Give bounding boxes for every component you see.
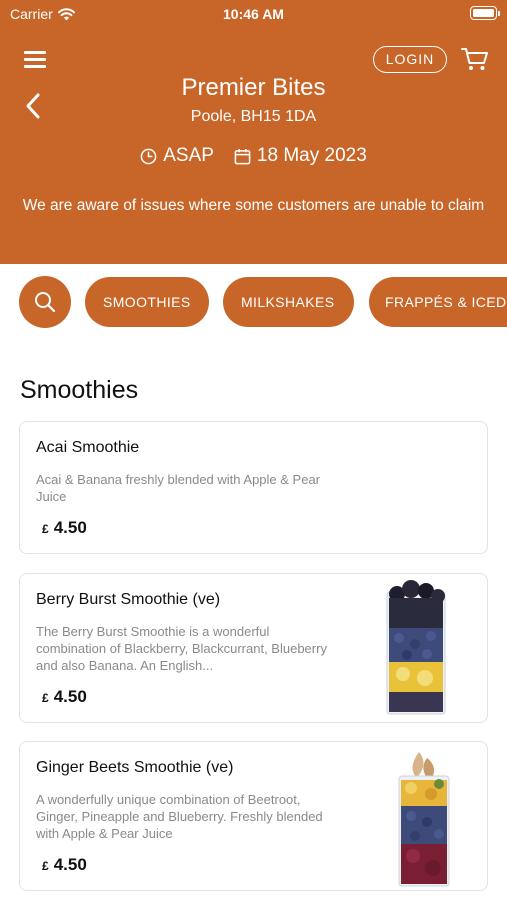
- berry-smoothie-image: [386, 580, 446, 715]
- cart-button[interactable]: [460, 45, 490, 73]
- store-name: Premier Bites: [181, 74, 326, 101]
- menu-item-card[interactable]: Ginger Beets Smoothie (ve) A wonderfully…: [19, 741, 488, 891]
- status-time: 10:46 AM: [223, 6, 284, 22]
- currency-symbol: £: [42, 859, 49, 873]
- section-title: Smoothies: [20, 376, 139, 404]
- login-button[interactable]: LOGIN: [373, 46, 447, 73]
- category-tab-frappes-iced[interactable]: FRAPPÉS & ICED: [369, 277, 507, 327]
- menu-button[interactable]: [22, 48, 48, 70]
- date-value: 18 May 2023: [256, 145, 367, 166]
- menu-item-card[interactable]: Acai Smoothie Acai & Banana freshly blen…: [19, 421, 488, 554]
- item-description: Acai & Banana freshly blended with Apple…: [36, 472, 321, 504]
- item-description: The Berry Burst Smoothie is a wonderful …: [36, 624, 327, 673]
- item-name: Acai Smoothie: [36, 439, 140, 456]
- search-button[interactable]: [19, 276, 71, 328]
- time-option: ASAP: [163, 145, 214, 166]
- battery-icon: [470, 6, 500, 20]
- item-description: A wonderfully unique combination of Beet…: [36, 792, 323, 841]
- calendar-icon: [234, 148, 251, 164]
- currency-symbol: £: [42, 522, 49, 536]
- category-tab-smoothies[interactable]: SMOOTHIES: [85, 277, 209, 327]
- menu-item-card[interactable]: Berry Burst Smoothie (ve) The Berry Burs…: [19, 573, 488, 723]
- time-selector[interactable]: ASAP: [140, 145, 214, 167]
- clock-icon: [140, 148, 157, 164]
- store-header: Carrier 10:46 AM LOGIN Premier Bites Poo…: [0, 0, 507, 264]
- ginger-beets-smoothie-image: [398, 752, 450, 887]
- category-tab-milkshakes[interactable]: MILKSHAKES: [223, 277, 354, 327]
- price-amount: 4.50: [53, 855, 87, 874]
- store-location: Poole, BH15 1DA: [190, 108, 317, 125]
- menu-icon: [24, 51, 46, 54]
- currency-symbol: £: [42, 691, 49, 705]
- item-name: Ginger Beets Smoothie (ve): [36, 759, 234, 776]
- category-bar: SMOOTHIES MILKSHAKES FRAPPÉS & ICED: [0, 276, 507, 328]
- search-icon: [35, 292, 56, 313]
- date-selector[interactable]: 18 May 2023: [234, 145, 367, 167]
- price-amount: 4.50: [53, 518, 87, 537]
- notice-banner: We are aware of issues where some custom…: [22, 197, 485, 214]
- cart-icon: [461, 48, 488, 70]
- status-bar: Carrier 10:46 AM: [0, 0, 507, 30]
- item-price: £ 4.50: [42, 855, 87, 875]
- order-options: ASAP 18 May 2023: [0, 145, 507, 167]
- item-price: £ 4.50: [42, 687, 87, 707]
- item-price: £ 4.50: [42, 518, 87, 538]
- price-amount: 4.50: [53, 687, 87, 706]
- item-name: Berry Burst Smoothie (ve): [36, 591, 221, 608]
